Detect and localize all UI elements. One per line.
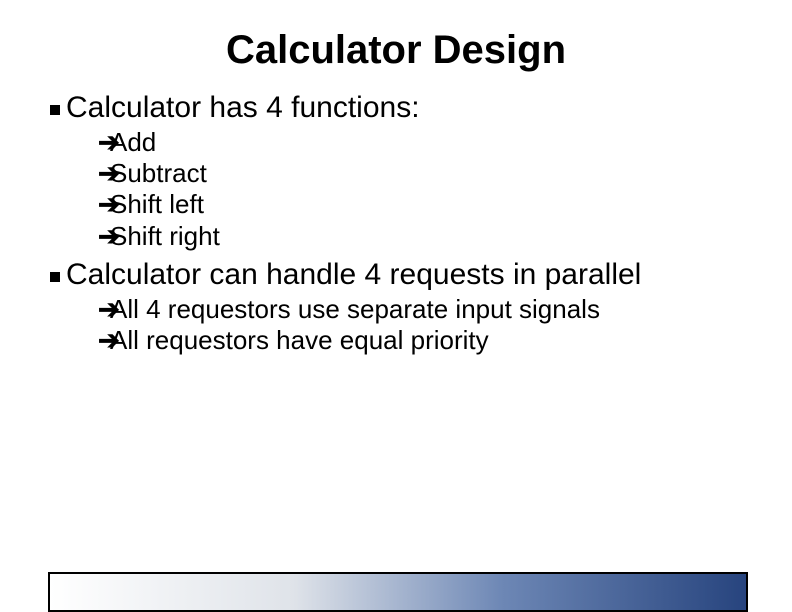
subbullet-add: ➔ Add [98, 127, 762, 158]
arrow-right-icon: ➔ [98, 221, 120, 252]
subbullet-equal-priority: ➔ All requestors have equal priority [98, 325, 762, 356]
bullet-parallel: Calculator can handle 4 requests in para… [50, 258, 762, 292]
subbullet-text: Shift left [110, 189, 204, 219]
square-bullet-icon [50, 105, 60, 115]
subbullet-text: Subtract [110, 158, 207, 188]
arrow-right-icon: ➔ [98, 127, 120, 158]
subbullet-subtract: ➔ Subtract [98, 158, 762, 189]
subbullet-text: All 4 requestors use separate input sign… [110, 294, 600, 324]
subbullet-text: All requestors have equal priority [110, 325, 489, 355]
square-bullet-icon [50, 272, 60, 282]
arrow-right-icon: ➔ [98, 158, 120, 189]
bullet-functions: Calculator has 4 functions: [50, 91, 762, 125]
arrow-right-icon: ➔ [98, 189, 120, 220]
slide-title: Calculator Design [0, 0, 792, 85]
subbullet-shift-left: ➔ Shift left [98, 189, 762, 220]
footer-gradient-bar [48, 572, 748, 612]
subbullet-separate-inputs: ➔ All 4 requestors use separate input si… [98, 294, 762, 325]
arrow-right-icon: ➔ [98, 294, 120, 325]
slide-content: Calculator has 4 functions: ➔ Add ➔ Subt… [0, 91, 792, 356]
subbullet-shift-right: ➔ Shift right [98, 221, 762, 252]
subbullet-text: Shift right [110, 221, 220, 251]
bullet-text: Calculator can handle 4 requests in para… [66, 258, 641, 291]
bullet-text: Calculator has 4 functions: [66, 91, 420, 124]
arrow-right-icon: ➔ [98, 325, 120, 356]
